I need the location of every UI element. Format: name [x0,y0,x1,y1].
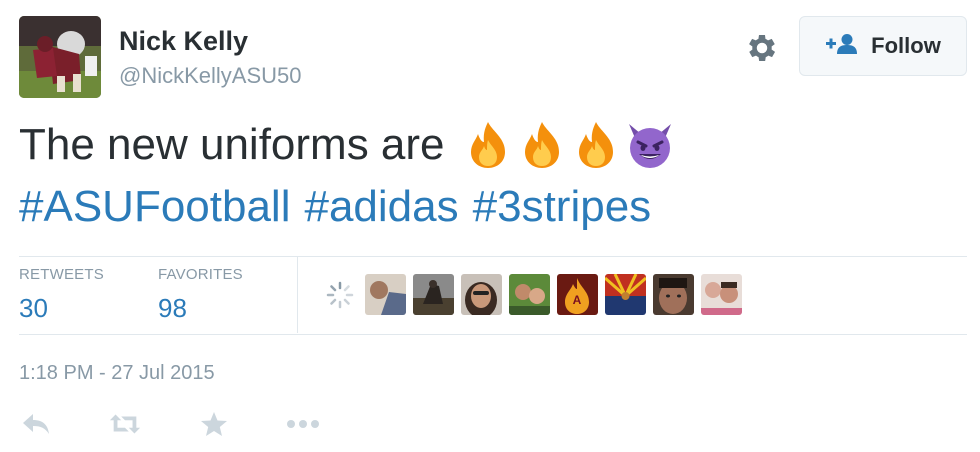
follow-button-label: Follow [871,33,941,58]
hashtag-asufootball[interactable]: #ASUFootball [19,182,290,231]
stats-divider-top [19,256,967,257]
reply-icon[interactable] [19,409,53,439]
tweet-hashtags: #ASUFootball #adidas #3stripes [19,182,665,232]
stats-vertical-divider [297,257,298,333]
favoriter-avatar-2[interactable] [413,274,454,315]
hashtag-3stripes[interactable]: #3stripes [473,182,652,231]
user-avatar[interactable] [19,16,101,98]
favoriter-avatar-3[interactable] [461,274,502,315]
favorites-label: FAVORITES [158,266,243,283]
hashtag-adidas[interactable]: #adidas [304,182,458,231]
follow-button[interactable]: Follow [799,16,967,76]
stats-divider-bottom [19,334,967,335]
favoriter-avatar-8[interactable] [701,274,742,315]
user-name[interactable]: Nick Kelly [119,26,248,57]
add-user-icon [825,33,859,60]
more-icon[interactable] [286,409,320,439]
favorites-stat[interactable]: FAVORITES 98 [158,266,243,324]
retweets-count: 30 [19,293,48,323]
retweet-icon[interactable] [108,409,142,439]
favoriter-avatar-7[interactable] [653,274,694,315]
favoriters-list: A [322,274,742,315]
football-player-photo [19,16,101,98]
tweet-actions [19,409,375,439]
tweet-text: The new uniforms are [19,120,675,170]
loading-spinner-icon [322,274,358,315]
tweet-timestamp[interactable]: 1:18 PM - 27 Jul 2015 [19,362,215,385]
favorite-icon[interactable] [197,409,231,439]
smiling-devil-emoji [628,124,671,168]
fire-emoji [470,122,505,168]
favoriter-avatar-5[interactable]: A [557,274,598,315]
retweets-label: RETWEETS [19,266,104,283]
user-handle[interactable]: @NickKellyASU50 [119,63,302,89]
favoriter-avatar-6[interactable] [605,274,646,315]
svg-text:A: A [573,293,582,307]
tweet-text-body: The new uniforms are [19,120,445,169]
favorites-count: 98 [158,293,187,323]
fire-emoji [524,122,559,168]
favoriter-avatar-4[interactable] [509,274,550,315]
favoriter-avatar-1[interactable] [365,274,406,315]
gear-icon[interactable] [744,30,780,66]
retweets-stat[interactable]: RETWEETS 30 [19,266,104,324]
fire-emoji [578,122,613,168]
